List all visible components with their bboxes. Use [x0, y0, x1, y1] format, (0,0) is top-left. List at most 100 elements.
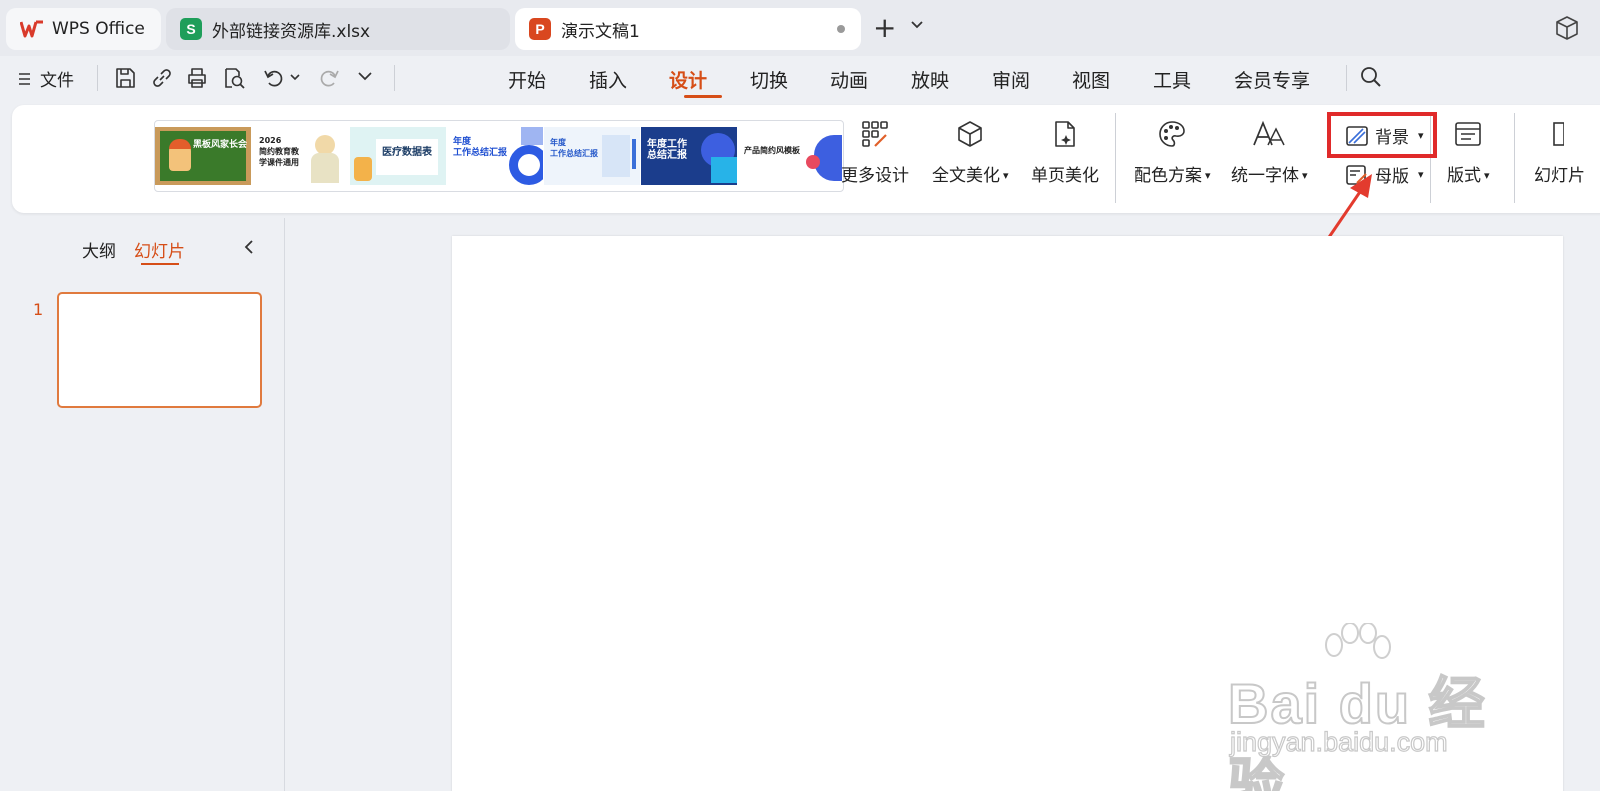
accent-shape: [521, 127, 543, 145]
menu-tab-view[interactable]: 视图: [1072, 66, 1110, 93]
menu-tab-insert[interactable]: 插入: [589, 66, 627, 93]
page-sparkle-icon: [1055, 121, 1075, 147]
chevron-down-icon: ▾: [1205, 169, 1211, 182]
template-thumb-title: 年度 工作总结汇报: [453, 137, 508, 158]
template-thumb-title: 年度 工作总结汇报: [550, 138, 598, 158]
menu-tab-design[interactable]: 设计: [669, 66, 707, 93]
more-chevron-icon[interactable]: [357, 71, 373, 81]
link-icon[interactable]: [151, 67, 173, 89]
tab-presentation[interactable]: P 演示文稿1: [515, 8, 861, 50]
menu-tab-slideshow[interactable]: 放映: [911, 66, 949, 93]
menu-tab-start[interactable]: 开始: [508, 66, 546, 93]
page-beautify-button[interactable]: 单页美化: [1031, 119, 1099, 186]
hamburger-icon: [19, 72, 30, 85]
template-thumb-title: 2026 简约教育教 学课件通用: [259, 136, 299, 167]
font-icon: [1253, 120, 1285, 146]
color-scheme-label: 配色方案 ▾: [1134, 161, 1211, 186]
outline-tab[interactable]: 大纲: [82, 237, 116, 262]
color-scheme-text: 配色方案: [1134, 166, 1202, 186]
color-scheme-button[interactable]: 配色方案 ▾: [1134, 119, 1211, 186]
menu-tab-transition[interactable]: 切换: [750, 66, 788, 93]
full-beautify-label: 全文美化 ▾: [932, 161, 1009, 186]
unify-font-button[interactable]: 统一字体 ▾: [1231, 119, 1308, 186]
template-gallery: 黑板风家长会 2026 简约教育教 学课件通用 医疗数据表 年度 工作总结汇报 …: [154, 120, 844, 192]
spreadsheet-icon: S: [180, 18, 202, 40]
print-preview-icon[interactable]: [222, 67, 246, 89]
dot-shape: [806, 155, 820, 169]
slide-thumbnail[interactable]: [57, 292, 262, 408]
template-thumb[interactable]: 医疗数据表: [350, 127, 446, 185]
tab-wps-office[interactable]: WPS Office: [6, 8, 161, 50]
divider: [1115, 113, 1116, 203]
divider: [1346, 65, 1347, 91]
full-beautify-button[interactable]: 全文美化 ▾: [932, 119, 1009, 186]
palette-icon: [1159, 121, 1186, 147]
unify-font-text: 统一字体: [1231, 166, 1299, 186]
save-icon[interactable]: [114, 67, 136, 89]
new-tab-plus-icon[interactable]: +: [873, 14, 896, 42]
undo-dropdown-chevron-icon[interactable]: [289, 73, 301, 81]
divider: [394, 65, 395, 91]
slide-canvas[interactable]: [452, 236, 1563, 791]
menu-tab-member[interactable]: 会员专享: [1234, 66, 1310, 93]
slide-size-icon: [1553, 122, 1564, 146]
slides-panel: 大纲 幻灯片 1: [0, 218, 285, 791]
file-menu-button[interactable]: 文件: [18, 66, 74, 91]
slide-size-button[interactable]: 幻灯片: [1534, 119, 1585, 186]
layout-icon: [1455, 122, 1482, 146]
undo-icon[interactable]: [263, 67, 285, 89]
presentation-icon: P: [529, 18, 551, 40]
template-thumb[interactable]: 年度 工作总结汇报: [544, 127, 640, 185]
search-icon[interactable]: [1359, 65, 1383, 89]
more-design-button[interactable]: 更多设计: [841, 119, 909, 186]
tab-spreadsheet-label: 外部链接资源库.xlsx: [212, 21, 371, 42]
active-tab-underline: [684, 95, 722, 98]
template-thumb[interactable]: 2026 简约教育教 学课件通用: [253, 127, 349, 185]
wps-logo-icon: [20, 20, 43, 38]
file-menu-label: 文件: [40, 71, 74, 91]
background-highlight-box: [1327, 112, 1437, 158]
slides-tab[interactable]: 幻灯片: [134, 237, 185, 262]
divider: [97, 65, 98, 91]
redo-icon[interactable]: [318, 67, 340, 89]
unify-font-label: 统一字体 ▾: [1231, 161, 1308, 186]
slides-tab-underline: [141, 263, 179, 265]
menu-tab-review[interactable]: 审阅: [992, 66, 1030, 93]
square-shape: [711, 157, 737, 183]
template-thumb-title: 黑板风家长会: [193, 140, 248, 150]
cube-icon[interactable]: [1555, 15, 1579, 41]
bar-shape: [632, 139, 636, 169]
more-design-icon: [862, 121, 888, 147]
tab-presentation-label: 演示文稿1: [561, 21, 640, 42]
illustration-body: [311, 153, 339, 183]
template-thumb[interactable]: 年度 工作总结汇报: [447, 127, 543, 185]
template-thumb-title: 年度工作 总结汇报: [647, 139, 687, 161]
template-thumb[interactable]: 年度工作 总结汇报: [641, 127, 737, 185]
template-thumb-title: 产品简约风模板: [744, 146, 800, 155]
template-thumb[interactable]: 黑板风家长会: [155, 127, 251, 185]
menu-row: 文件 开始 插入 设计 切换 动画 放映 审阅 视图 工具 会员专享: [0, 56, 1600, 102]
layout-text: 版式: [1447, 166, 1481, 186]
illustration-figure: [354, 157, 372, 181]
slide-size-label: 幻灯片: [1534, 166, 1585, 186]
layout-button[interactable]: 版式 ▾: [1447, 119, 1490, 186]
unsaved-dot-icon[interactable]: [837, 25, 845, 33]
template-thumb[interactable]: 产品简约风模板: [738, 127, 842, 185]
menu-tab-tools[interactable]: 工具: [1153, 66, 1191, 93]
collapse-panel-icon[interactable]: [243, 238, 255, 256]
tab-wps-label: WPS Office: [52, 19, 145, 39]
master-label: 母版: [1375, 167, 1409, 187]
ring-shape: [509, 145, 543, 185]
title-tab-bar: WPS Office S 外部链接资源库.xlsx P 演示文稿1 +: [0, 0, 1600, 56]
print-icon[interactable]: [186, 67, 208, 89]
slide-number: 1: [33, 300, 44, 319]
chevron-down-icon: ▾: [1418, 168, 1424, 181]
chart-shape: [602, 135, 630, 177]
cube-beautify-icon: [958, 121, 983, 147]
divider: [1514, 113, 1515, 203]
menu-tab-animation[interactable]: 动画: [830, 66, 868, 93]
chevron-down-icon[interactable]: [910, 20, 924, 30]
tab-spreadsheet[interactable]: S 外部链接资源库.xlsx: [166, 8, 510, 50]
illustration-head: [315, 135, 335, 155]
template-thumb-title: 医疗数据表: [382, 147, 432, 158]
